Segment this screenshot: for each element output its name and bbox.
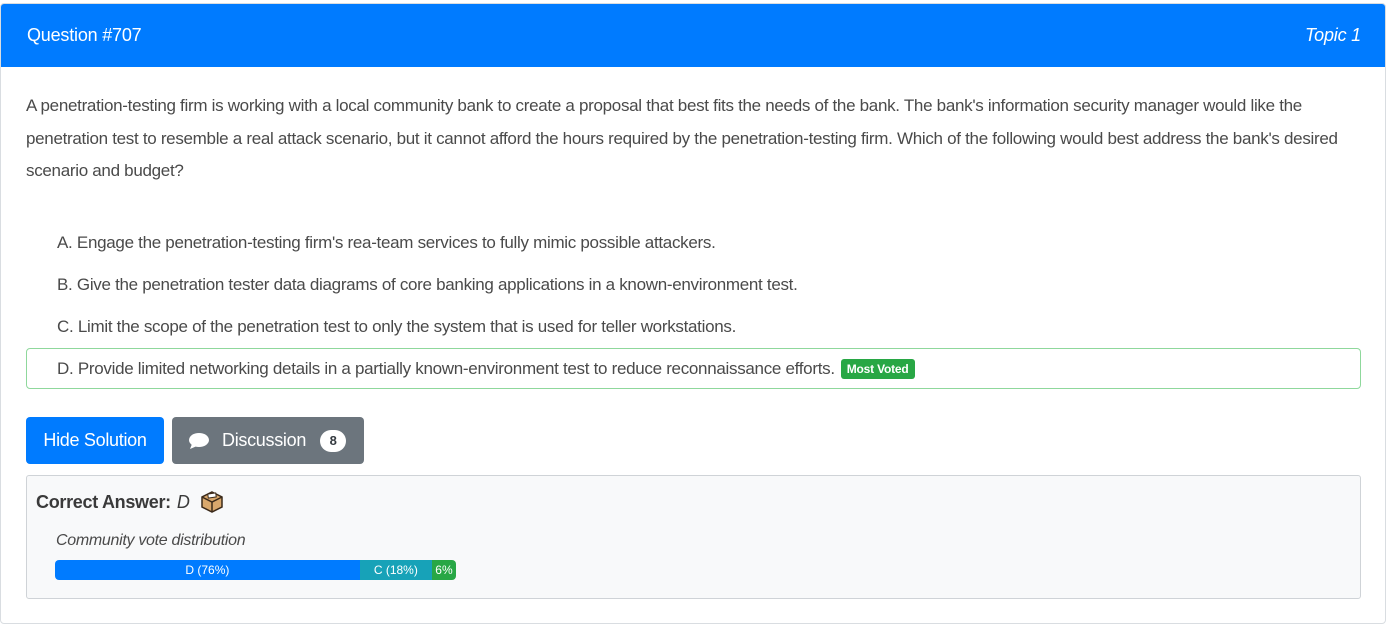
choice-text: Provide limited networking details in a … xyxy=(77,358,835,378)
discussion-button[interactable]: Discussion 8 xyxy=(172,417,364,464)
choice-text: Give the penetration tester data diagram… xyxy=(76,275,798,294)
question-text: A penetration-testing firm is working wi… xyxy=(26,96,1338,180)
choice-d[interactable]: D. Provide limited networking details in… xyxy=(26,348,1361,389)
topic-label: Topic 1 xyxy=(1305,25,1361,45)
chat-bubble-icon xyxy=(189,432,209,449)
correct-answer-value: D xyxy=(176,491,190,512)
correct-answer-label: Correct Answer: xyxy=(36,491,171,512)
question-number: Question #707 xyxy=(27,25,142,45)
choice-letter: D. xyxy=(57,358,74,378)
choice-text: Limit the scope of the penetration test … xyxy=(77,317,737,336)
vote-segment-c: C (18%) xyxy=(359,560,432,580)
question-header: Question #707 Topic 1 xyxy=(1,4,1385,67)
vote-segment-d: D (76%) xyxy=(55,560,360,580)
hide-solution-label: Hide Solution xyxy=(43,430,147,450)
discussion-label: Discussion xyxy=(222,430,307,450)
answer-panel: Correct Answer: D Community vote distrib… xyxy=(26,475,1361,599)
choice-letter: B. xyxy=(57,275,73,294)
correct-answer-line: Correct Answer: D xyxy=(36,490,224,514)
choice-b[interactable]: B. Give the penetration tester data diag… xyxy=(26,264,1361,306)
choice-c[interactable]: C. Limit the scope of the penetration te… xyxy=(26,306,1361,348)
vote-distribution-bar: D (76%) C (18%) 6% xyxy=(55,560,456,580)
most-voted-badge: Most Voted xyxy=(840,358,915,379)
choice-text: Engage the penetration-testing firm's re… xyxy=(76,233,716,252)
discussion-count-badge: 8 xyxy=(320,429,347,452)
vote-distribution-label: Community vote distribution xyxy=(56,532,246,549)
choice-a[interactable]: A. Engage the penetration-testing firm's… xyxy=(26,222,1361,264)
choices-list: A. Engage the penetration-testing firm's… xyxy=(26,222,1361,389)
ballot-box-icon[interactable] xyxy=(200,490,224,514)
hide-solution-button[interactable]: Hide Solution xyxy=(26,417,164,464)
choice-letter: C. xyxy=(57,317,74,336)
vote-segment-other: 6% xyxy=(431,560,456,580)
choice-letter: A. xyxy=(57,233,73,252)
